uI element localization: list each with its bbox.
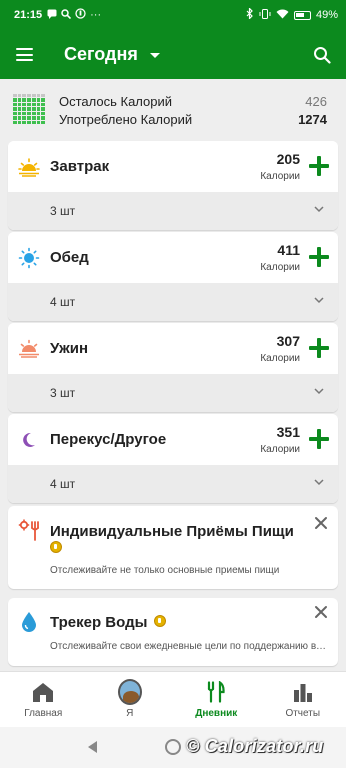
meal-calories: 307 (276, 333, 300, 349)
moon-icon (23, 432, 35, 447)
message-icon (47, 9, 57, 22)
meal-expand-row[interactable]: 4 шт (8, 283, 338, 321)
nav-label: Дневник (195, 708, 238, 719)
wifi-icon (276, 9, 289, 22)
more-icon: ··· (90, 9, 102, 21)
meal-item-count: 3 шт (50, 386, 76, 400)
meal-calories-label: Калории (260, 262, 300, 273)
add-dinner-button[interactable] (309, 338, 329, 358)
meal-item-count: 4 шт (50, 295, 76, 309)
app-icon (75, 8, 86, 22)
meal-calories-label: Калории (260, 353, 300, 364)
sun-icon (18, 247, 40, 269)
promo-subtitle: Отслеживайте свои ежедневные цели по под… (50, 641, 328, 652)
chevron-down-icon (314, 388, 324, 395)
nav-label: Я (126, 708, 134, 719)
vibrate-icon (259, 8, 271, 22)
bluetooth-icon (246, 7, 254, 22)
watermark: © Calorizator.ru (186, 736, 324, 756)
chevron-down-icon (314, 479, 324, 486)
meal-calories: 205 (276, 151, 300, 167)
meal-expand-row[interactable]: 3 шт (8, 192, 338, 230)
home-icon (31, 680, 55, 704)
meal-expand-row[interactable]: 3 шт (8, 374, 338, 412)
meal-calories: 411 (277, 242, 300, 258)
meal-name: Ужин (50, 340, 89, 357)
chevron-down-icon (314, 206, 324, 213)
app-bar: Сегодня (0, 30, 346, 79)
close-icon[interactable] (314, 516, 328, 530)
home-circle-icon[interactable] (165, 739, 181, 755)
consumed-row: Употреблено Калорий 1274 (59, 112, 327, 127)
avatar-icon (117, 679, 142, 705)
meal-card-breakfast[interactable]: Завтрак 205 Калории 3 шт (8, 141, 338, 230)
add-breakfast-button[interactable] (309, 156, 329, 176)
calorie-summary[interactable]: Осталось Калорий 426 Употреблено Калорий… (0, 79, 346, 134)
cutlery-icon (204, 680, 228, 704)
coin-icon (154, 615, 166, 627)
nav-home[interactable]: Главная (0, 672, 87, 727)
nav-me[interactable]: Я (87, 672, 174, 727)
meal-card-lunch[interactable]: Обед 411 Калории 4 шт (8, 232, 338, 321)
meal-calories: 351 (276, 424, 300, 440)
remaining-label: Осталось Калорий (59, 94, 173, 109)
meal-calories-label: Калории (260, 444, 300, 455)
add-lunch-button[interactable] (309, 247, 329, 267)
meal-name: Обед (50, 249, 89, 266)
system-navigation: © Calorizator.ru (0, 727, 346, 768)
nav-label: Главная (24, 708, 63, 719)
custom-meals-icon (18, 519, 39, 541)
promo-custom-meals[interactable]: Индивидуальные Приёмы Пищи Отслеживайте … (8, 506, 338, 589)
meal-name: Завтрак (50, 158, 110, 175)
sunrise-icon (18, 158, 40, 177)
calorie-grid-icon (13, 94, 45, 124)
bar-chart-icon (291, 680, 315, 704)
battery-percent: 49% (315, 9, 338, 21)
search-icon (61, 8, 72, 22)
menu-button[interactable] (0, 30, 48, 79)
nav-diary[interactable]: Дневник (173, 672, 260, 727)
consumed-label: Употреблено Калорий (59, 112, 193, 127)
remaining-row: Осталось Калорий 426 (59, 94, 327, 109)
meal-card-dinner[interactable]: Ужин 307 Калории 3 шт (8, 323, 338, 412)
remaining-value: 426 (305, 94, 327, 109)
chevron-down-icon[interactable] (149, 53, 160, 58)
nav-label: Отчеты (285, 708, 321, 719)
water-drop-icon (22, 612, 36, 632)
hamburger-icon (15, 48, 33, 61)
search-icon (314, 46, 331, 64)
battery-icon (293, 10, 311, 20)
nav-reports[interactable]: Отчеты (260, 672, 346, 727)
back-icon[interactable] (88, 741, 97, 753)
meal-item-count: 3 шт (50, 204, 76, 218)
promo-subtitle: Отслеживайте не только основные приемы п… (50, 565, 280, 576)
page-title[interactable]: Сегодня (64, 44, 138, 65)
meal-calories-label: Калории (260, 171, 300, 182)
promo-title: Индивидуальные Приёмы Пищи (50, 523, 294, 540)
sunset-icon (19, 339, 39, 358)
chevron-down-icon (314, 297, 324, 304)
status-time: 21:15 (14, 9, 43, 21)
promo-water-tracker[interactable]: Трекер Воды Отслеживайте свои ежедневные… (8, 598, 338, 666)
meal-name: Перекус/Другое (50, 431, 167, 448)
meal-expand-row[interactable]: 4 шт (8, 465, 338, 503)
consumed-value: 1274 (298, 112, 327, 127)
meal-item-count: 4 шт (50, 477, 76, 491)
bottom-navigation: Главная Я Дневник Отчеты (0, 671, 346, 727)
coin-icon (50, 541, 62, 553)
meal-card-snack[interactable]: Перекус/Другое 351 Калории 4 шт (8, 414, 338, 503)
promo-title: Трекер Воды (50, 614, 148, 631)
status-bar: 21:15 ··· 49% (0, 0, 346, 30)
search-button[interactable] (298, 30, 346, 79)
close-icon[interactable] (314, 605, 328, 619)
add-snack-button[interactable] (309, 429, 329, 449)
